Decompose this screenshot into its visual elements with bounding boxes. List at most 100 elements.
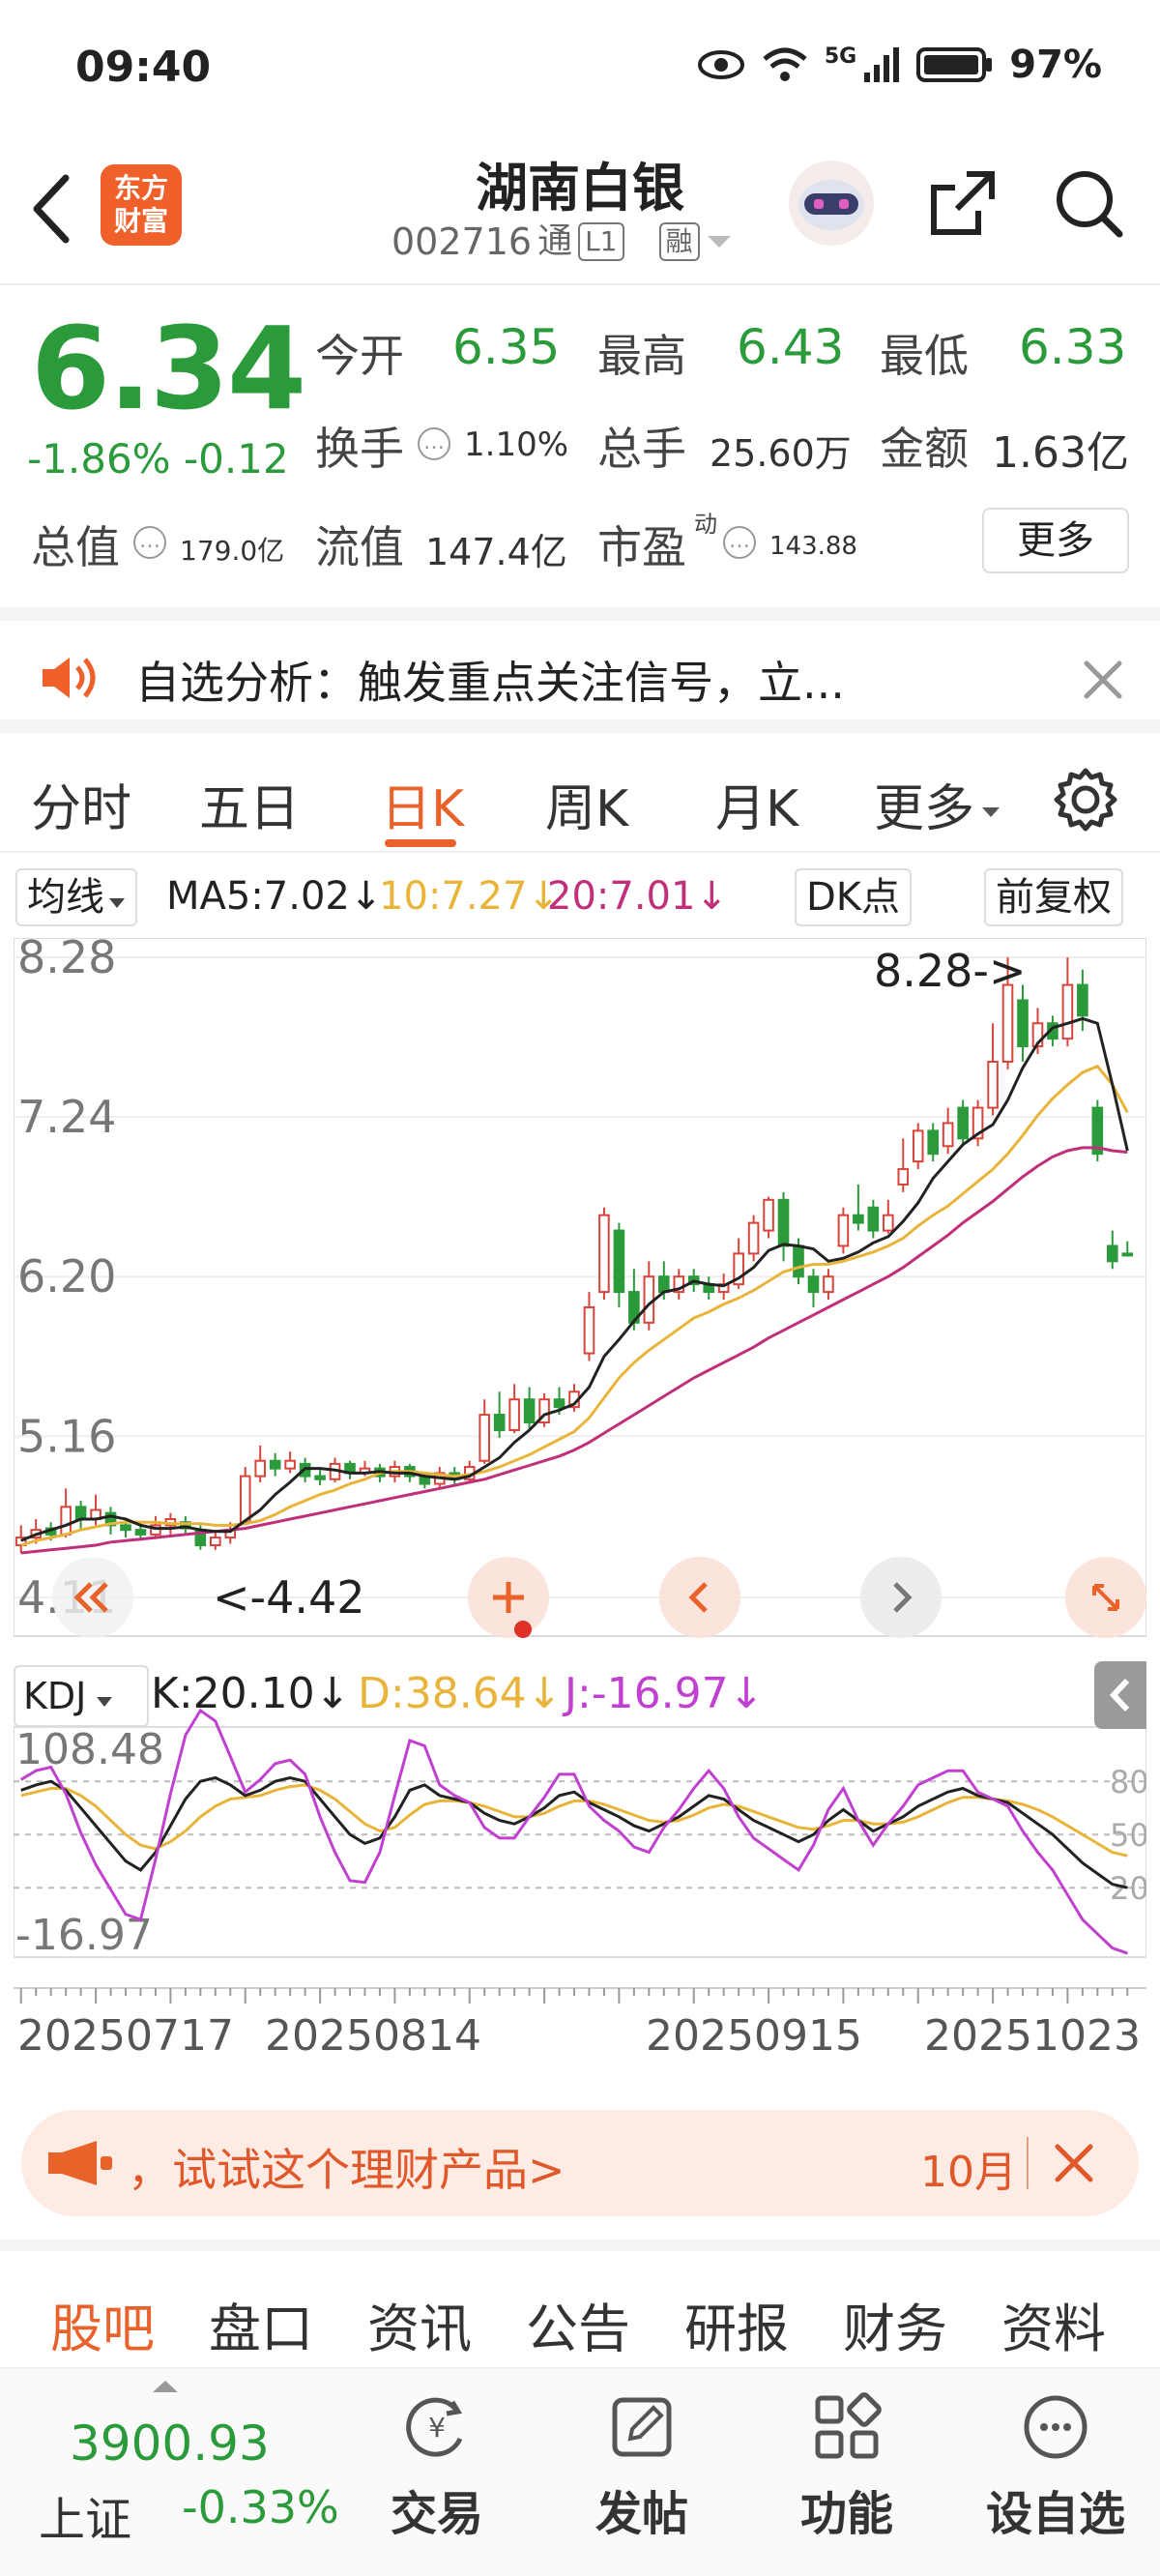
kline-svg[interactable]: 8.287.246.205.164.118.28-><-4.4280502010… [13, 931, 1149, 2089]
robot-assistant-icon[interactable] [785, 157, 878, 249]
ma10-value: 10:7.27↓ [379, 874, 560, 919]
side-panel-toggle[interactable] [1094, 1661, 1146, 1729]
promo-date: 10月 [920, 2148, 1017, 2197]
chevron-right-icon [893, 1582, 913, 1613]
fullscreen-button[interactable] [1065, 1557, 1146, 1638]
nav-post-label: 发帖 [594, 2487, 688, 2541]
next-candle-button[interactable] [860, 1557, 942, 1638]
subtab-profile[interactable]: 资料 [1001, 2286, 1106, 2362]
nav-trade[interactable]: ¥ 交易 [350, 2388, 524, 2543]
nav-post[interactable]: 发帖 [555, 2388, 729, 2543]
x-tick-label: 20251023 [924, 2011, 1141, 2061]
dk-point-button[interactable]: DK点 [795, 868, 913, 926]
tab-more[interactable]: 更多 [874, 768, 1001, 840]
more-quote-button[interactable]: 更多 [982, 508, 1129, 573]
mktcap-label: 总值 [31, 521, 120, 573]
candle-body [807, 1275, 820, 1294]
subtab-news[interactable]: 资讯 [367, 2286, 472, 2362]
tag-margin: 融 [658, 222, 700, 261]
eye-icon [697, 50, 744, 79]
adjust-button[interactable]: 前复权 [984, 868, 1123, 926]
candle-body [823, 1275, 834, 1294]
main-chart-frame [13, 937, 1147, 1637]
index-change: -0.33% [182, 2481, 339, 2533]
candle-body [583, 1305, 595, 1355]
notice-text: 自选分析：触发重点关注信号，立... [135, 657, 845, 709]
ma5-line [20, 1016, 1129, 1542]
indicator-bar: 均线 MA5:7.02↓ 10:7.27↓ 20:7.01↓ DK点 前复权 [0, 864, 1160, 930]
quote-panel: 6.34 -1.86% -0.12 今开 6.35 最高 6.43 最低 6.3… [0, 290, 1160, 600]
close-icon[interactable] [1081, 658, 1125, 702]
stock-code: 002716 [392, 220, 533, 263]
volume-label: 总手 [597, 423, 686, 475]
candle-body [60, 1506, 72, 1536]
subtab-announcements[interactable]: 公告 [526, 2286, 630, 2362]
nav-add-watchlist-label: 设自选 [985, 2487, 1125, 2541]
high-label: 最高 [597, 330, 686, 382]
pe-info-icon[interactable]: … [723, 526, 756, 559]
candle-body [927, 1129, 939, 1156]
promo-banner[interactable]: ，试试这个理财产品> 10月 [21, 2110, 1139, 2216]
turnover-info-icon[interactable]: … [418, 427, 450, 460]
candle-body [1061, 983, 1074, 1040]
candle-body [523, 1398, 536, 1424]
wifi-icon [763, 47, 807, 81]
scroll-left-double-button[interactable] [52, 1557, 133, 1638]
candle-body [239, 1475, 251, 1524]
max-price-label: 8.28-> [874, 945, 1027, 997]
candle-body [74, 1506, 87, 1521]
kdj-j-value: J:-16.97↓ [565, 1669, 765, 1718]
candle-body [493, 1414, 506, 1431]
notice-bar[interactable]: 自选分析：触发重点关注信号，立... [0, 607, 1160, 733]
close-icon[interactable] [1050, 2139, 1098, 2187]
add-drawing-button[interactable] [468, 1557, 549, 1638]
candle-body [793, 1244, 804, 1278]
tab-weekly-k[interactable]: 周K [545, 768, 628, 840]
change-amount: -0.12 [184, 435, 289, 483]
index-value: 3900.93 [70, 2415, 270, 2472]
megaphone-icon [48, 2141, 112, 2185]
kdj-selector[interactable]: KDJ [14, 1665, 149, 1727]
dropdown-triangle-icon[interactable] [706, 232, 733, 251]
turnover-label: 换手 [315, 423, 404, 475]
index-name: 上证 [39, 2493, 132, 2547]
open-label: 今开 [315, 330, 404, 382]
subtab-research[interactable]: 研报 [684, 2286, 789, 2362]
kdj-bottom-label: -16.97 [15, 1911, 153, 1960]
candle-body [987, 1060, 999, 1109]
prev-candle-button[interactable] [659, 1557, 740, 1638]
grid-icon [815, 2392, 882, 2459]
candle-body [314, 1475, 326, 1480]
tab-daily-k[interactable]: 日K [381, 768, 464, 840]
kline-chart-area[interactable]: 8.287.246.205.164.118.28-><-4.4280502010… [13, 931, 1149, 2089]
double-chevron-left-icon [73, 1582, 108, 1613]
trade-icon: ¥ [406, 2397, 463, 2457]
ma-selector[interactable]: 均线 [15, 868, 137, 926]
nav-add-watchlist[interactable]: 设自选 [969, 2388, 1143, 2543]
promo-divider [1027, 2137, 1029, 2189]
kdj-j-line [19, 1708, 1128, 1955]
candle-body [883, 1214, 894, 1232]
index-ticker[interactable]: 3900.93 上证 -0.33% [35, 2379, 339, 2553]
settings-gear-icon[interactable] [1052, 766, 1119, 834]
subtab-orderbook[interactable]: 盘口 [209, 2286, 313, 2362]
tag-connect: 通 [537, 221, 573, 261]
search-icon[interactable] [1050, 164, 1127, 242]
nav-functions[interactable]: 功能 [760, 2388, 934, 2543]
tab-monthly-k[interactable]: 月K [715, 768, 798, 840]
candle-body [1077, 983, 1088, 1017]
expand-icon [1092, 1584, 1119, 1611]
subtab-forum[interactable]: 股吧 [50, 2286, 155, 2362]
dropdown-triangle-icon [982, 807, 1000, 817]
active-tab-underline [385, 839, 456, 847]
amount-value: 1.63亿 [992, 428, 1129, 478]
candle-body [210, 1537, 221, 1547]
plus-icon [493, 1582, 524, 1613]
tab-intraday[interactable]: 分时 [31, 768, 131, 840]
tab-five-day[interactable]: 五日 [199, 768, 300, 840]
subtab-financials[interactable]: 财务 [843, 2286, 947, 2362]
mktcap-info-icon[interactable]: … [133, 526, 166, 559]
candle-body [942, 1122, 954, 1148]
candle-body [1107, 1244, 1118, 1263]
share-icon[interactable] [924, 164, 1001, 242]
